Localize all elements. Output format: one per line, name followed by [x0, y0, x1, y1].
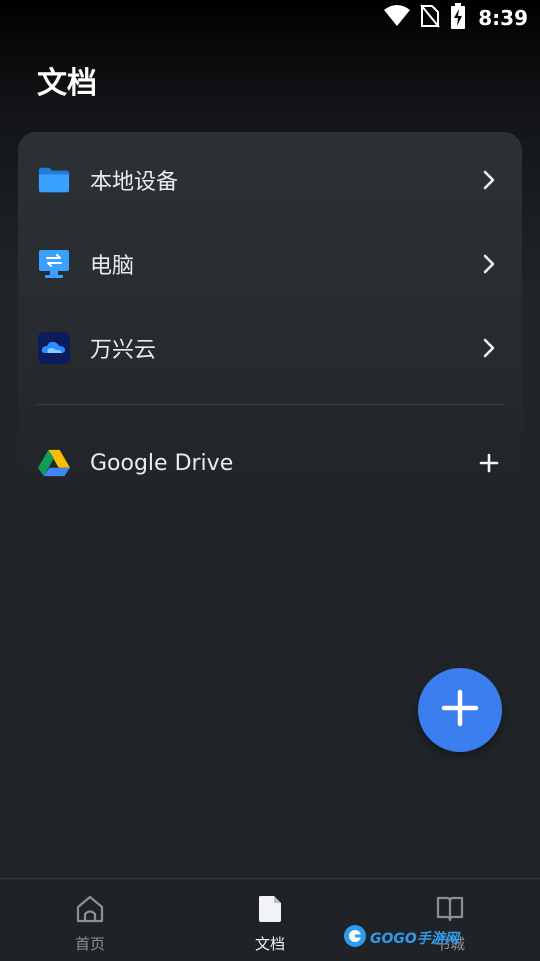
- status-bar: 8:39: [0, 0, 540, 36]
- service-item-google-drive[interactable]: Google Drive: [18, 421, 522, 505]
- nav-item-home[interactable]: 首页: [30, 893, 150, 957]
- nav-item-documents[interactable]: 文档: [210, 893, 330, 957]
- nav-label: 首页: [74, 935, 105, 953]
- location-label: 万兴云: [90, 338, 157, 363]
- wifi-icon: [384, 5, 411, 31]
- location-label: 本地设备: [90, 170, 179, 195]
- watermark-icon: [343, 924, 367, 952]
- bottom-navigation: 首页 文档 书城: [0, 878, 540, 961]
- add-fab-button[interactable]: [418, 668, 502, 752]
- no-sim-icon: [420, 4, 441, 32]
- location-label: 电脑: [90, 254, 135, 279]
- folder-icon: [38, 164, 70, 196]
- location-item-computer[interactable]: 电脑: [18, 222, 522, 306]
- watermark-logo: GOGO手游网: [343, 924, 459, 952]
- page-title: 文档: [37, 66, 97, 101]
- nav-label: 文档: [254, 935, 285, 953]
- google-drive-icon: [38, 447, 70, 479]
- locations-card: 本地设备 电脑 万兴云 Google Drive: [18, 132, 522, 482]
- service-label: Google Drive: [90, 450, 234, 476]
- watermark-text: GOGO手游网: [370, 931, 459, 947]
- document-icon: [254, 893, 286, 925]
- battery-charging-icon: [450, 3, 466, 33]
- location-item-wondershare-cloud[interactable]: 万兴云: [18, 306, 522, 390]
- section-divider: [37, 404, 503, 405]
- location-item-local-device[interactable]: 本地设备: [18, 138, 522, 222]
- plus-icon: [440, 688, 480, 732]
- chevron-right-icon: [478, 337, 500, 359]
- status-time: 8:39: [478, 6, 528, 30]
- chevron-right-icon: [478, 169, 500, 191]
- chevron-right-icon: [478, 253, 500, 275]
- book-icon: [434, 893, 466, 925]
- home-icon: [74, 893, 106, 925]
- cloud-icon: [38, 332, 70, 364]
- plus-icon[interactable]: [478, 452, 500, 474]
- computer-icon: [38, 248, 70, 280]
